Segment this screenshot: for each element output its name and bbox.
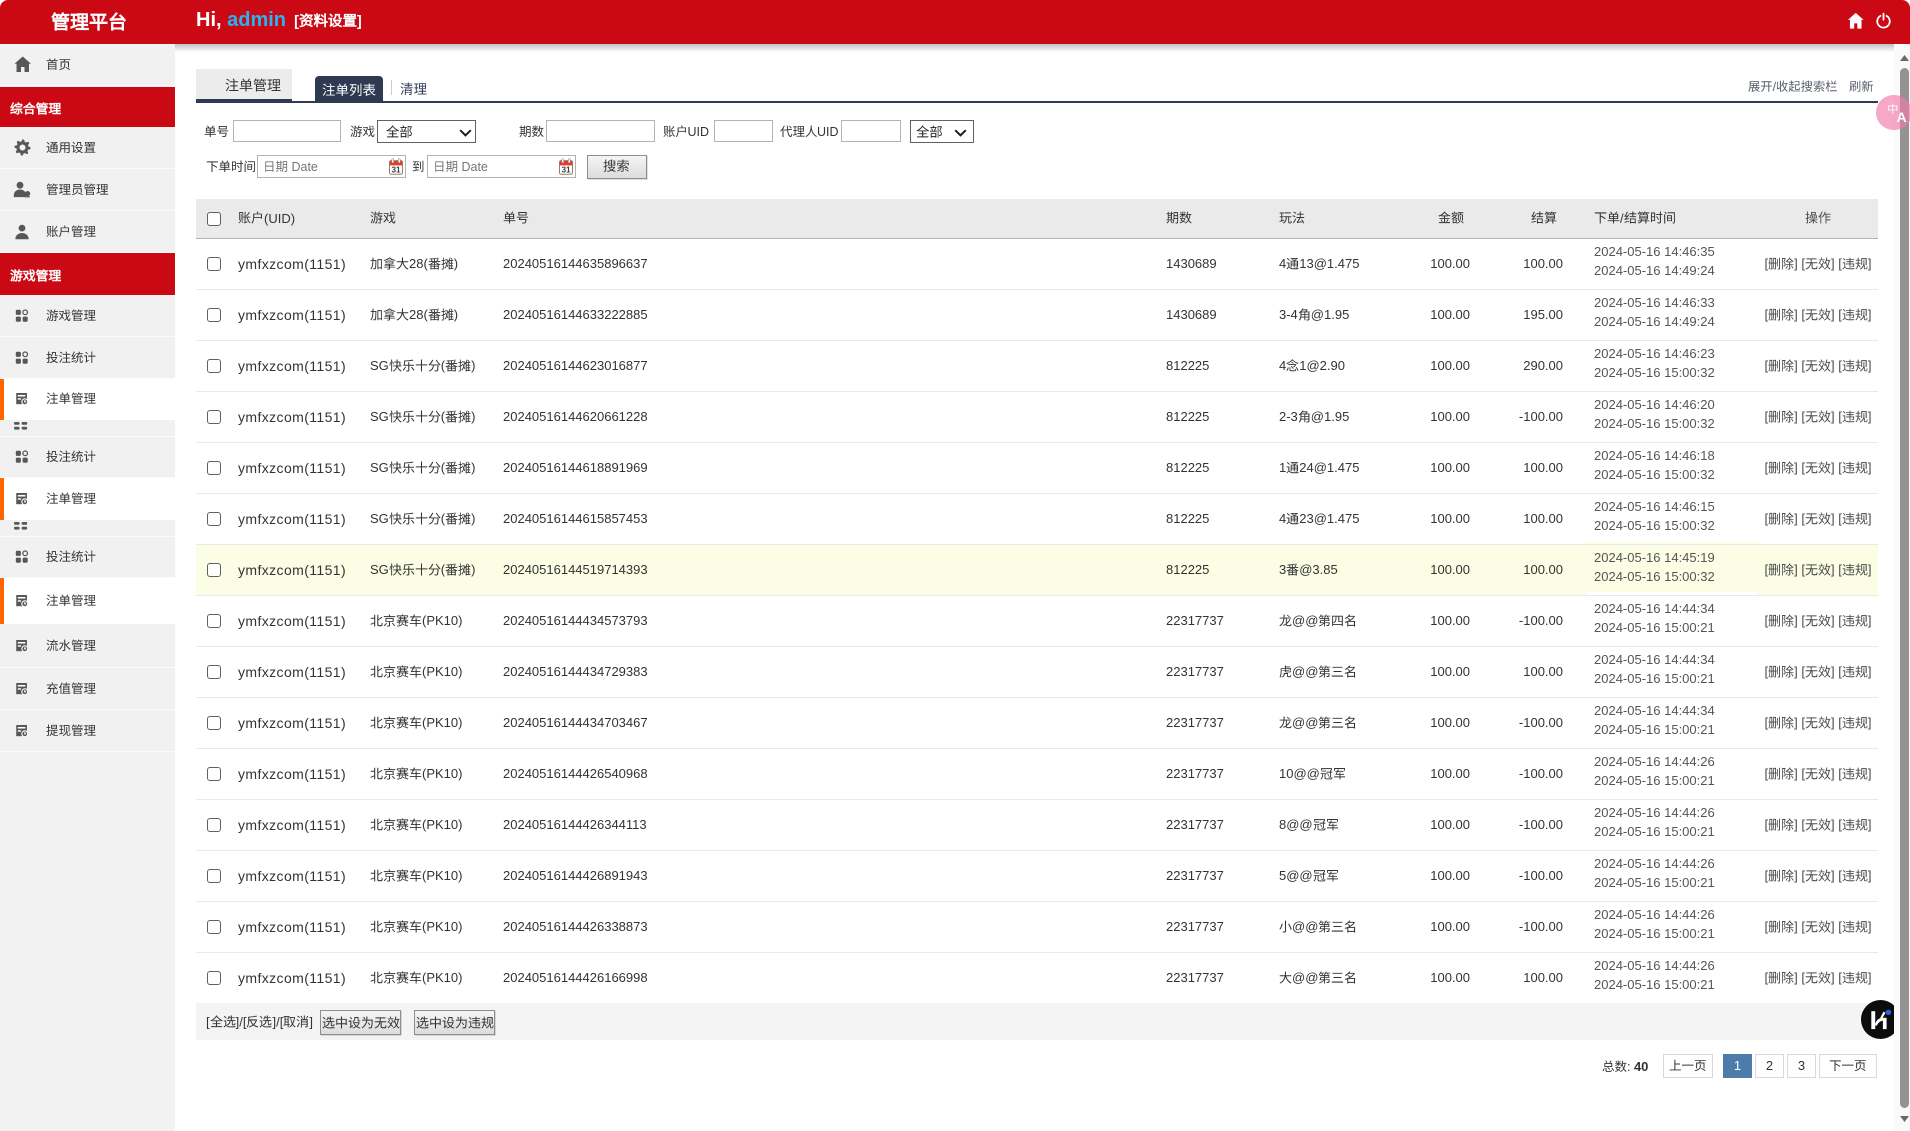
svg-text:31: 31 — [561, 165, 571, 174]
svg-text:31: 31 — [391, 165, 401, 174]
